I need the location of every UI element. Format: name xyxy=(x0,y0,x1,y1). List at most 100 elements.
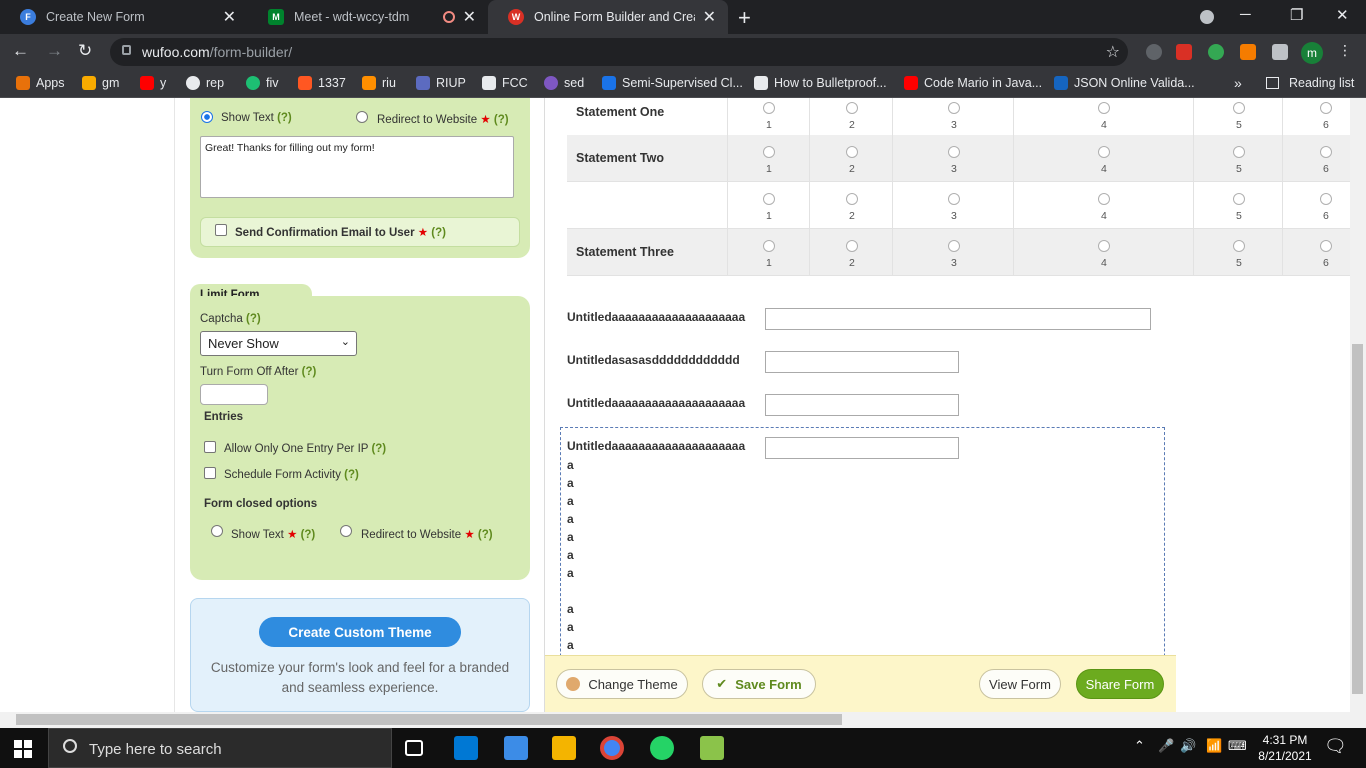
closed-show-text-radio[interactable] xyxy=(211,525,223,537)
matrix-radio[interactable] xyxy=(846,102,858,114)
taskbar-clock[interactable]: 4:31 PM 8/21/2021 xyxy=(1245,732,1325,764)
captcha-select[interactable]: Never Show ⌄ xyxy=(200,331,357,356)
help-link[interactable]: (?) xyxy=(302,366,317,378)
tab-create-new-form[interactable]: F Create New Form ✕ xyxy=(0,0,248,34)
reading-list-button[interactable]: Reading list xyxy=(1266,76,1354,90)
share-form-button[interactable]: Share Form xyxy=(1076,669,1164,699)
tray-chevron-icon[interactable]: ⌃ xyxy=(1134,738,1145,754)
turn-off-after-input[interactable] xyxy=(200,384,268,405)
microphone-icon[interactable]: 🎤 xyxy=(1158,738,1174,754)
show-text-radio[interactable] xyxy=(201,111,213,123)
change-theme-button[interactable]: Change Theme xyxy=(556,669,688,699)
bookmark-1337[interactable]: 1337 xyxy=(298,76,346,90)
vscode-icon[interactable] xyxy=(454,736,478,760)
confirmation-message-textarea[interactable]: Great! Thanks for filling out my form! xyxy=(200,136,514,198)
extensions-puzzle-icon[interactable] xyxy=(1272,44,1288,60)
help-link[interactable]: (?) xyxy=(478,529,493,541)
maximize-button[interactable]: ❐ xyxy=(1290,6,1303,24)
paint-icon[interactable] xyxy=(504,736,528,760)
reload-icon[interactable]: ↻ xyxy=(78,41,92,61)
bookmark-fcc[interactable]: FCC xyxy=(482,76,528,90)
tab-online-form-builder[interactable]: W Online Form Builder and Creator ✕ xyxy=(488,0,728,34)
wifi-icon[interactable]: 📶 xyxy=(1206,738,1222,754)
closed-redirect-radio[interactable] xyxy=(340,525,352,537)
help-link[interactable]: (?) xyxy=(301,529,316,541)
volume-icon[interactable]: 🔊 xyxy=(1180,738,1196,754)
bookmark-riup[interactable]: RIUP xyxy=(416,76,466,90)
matrix-radio[interactable] xyxy=(763,146,775,158)
matrix-radio[interactable] xyxy=(763,193,775,205)
schedule-checkbox[interactable] xyxy=(204,467,216,479)
profile-avatar[interactable]: m xyxy=(1301,42,1323,64)
tab-meet[interactable]: M Meet - wdt-wccy-tdm ✕ xyxy=(248,0,488,34)
horizontal-scrollbar-thumb[interactable] xyxy=(16,714,842,725)
address-bar[interactable]: wufoo.com/form-builder/ ☆ xyxy=(110,38,1128,66)
extension-red-icon[interactable] xyxy=(1176,44,1192,60)
keyboard-icon[interactable]: ⌨ xyxy=(1228,738,1247,754)
text-field-input[interactable] xyxy=(765,394,959,416)
file-explorer-icon[interactable] xyxy=(552,736,576,760)
whatsapp-icon[interactable] xyxy=(650,736,674,760)
matrix-radio[interactable] xyxy=(948,102,960,114)
close-tab-icon[interactable]: ✕ xyxy=(223,7,236,27)
matrix-radio[interactable] xyxy=(1098,102,1110,114)
bookmark-star-icon[interactable]: ☆ xyxy=(1106,42,1120,62)
minimize-button[interactable]: ─ xyxy=(1240,6,1251,23)
bookmark-apps[interactable]: Apps xyxy=(16,76,65,90)
text-field-input[interactable] xyxy=(765,437,959,459)
browser-menu-icon[interactable]: ⋮ xyxy=(1338,42,1352,59)
one-entry-checkbox[interactable] xyxy=(204,441,216,453)
matrix-radio[interactable] xyxy=(1233,146,1245,158)
windows-start-icon[interactable] xyxy=(14,740,32,758)
save-form-button[interactable]: ✔ Save Form xyxy=(702,669,816,699)
matrix-radio[interactable] xyxy=(763,240,775,252)
text-field-input[interactable] xyxy=(765,308,1151,330)
tab-search-icon[interactable] xyxy=(1200,10,1214,24)
extension-orange-icon[interactable] xyxy=(1240,44,1256,60)
view-form-button[interactable]: View Form xyxy=(979,669,1061,699)
send-confirmation-checkbox[interactable] xyxy=(215,224,227,236)
bookmark-bulletproof[interactable]: How to Bulletproof... xyxy=(754,76,887,90)
redirect-radio[interactable] xyxy=(356,111,368,123)
matrix-radio[interactable] xyxy=(1098,193,1110,205)
close-window-button[interactable]: ✕ xyxy=(1336,6,1349,24)
extension-green-icon[interactable] xyxy=(1208,44,1224,60)
close-tab-icon[interactable]: ✕ xyxy=(703,7,716,27)
close-tab-icon[interactable]: ✕ xyxy=(463,7,476,27)
matrix-radio[interactable] xyxy=(1233,193,1245,205)
text-field-input[interactable] xyxy=(765,351,959,373)
matrix-radio[interactable] xyxy=(1098,146,1110,158)
notifications-icon[interactable]: 🗨 xyxy=(1324,736,1347,757)
matrix-radio[interactable] xyxy=(846,240,858,252)
matrix-radio[interactable] xyxy=(1320,146,1332,158)
bookmark-fiv[interactable]: fiv xyxy=(246,76,279,90)
matrix-radio[interactable] xyxy=(1320,240,1332,252)
task-view-icon[interactable] xyxy=(405,740,423,756)
matrix-radio[interactable] xyxy=(1233,102,1245,114)
bookmark-rep[interactable]: rep xyxy=(186,76,224,90)
more-bookmarks-button[interactable]: » xyxy=(1234,75,1242,91)
help-link[interactable]: (?) xyxy=(277,112,292,124)
help-link[interactable]: (?) xyxy=(494,114,509,126)
chrome-icon[interactable] xyxy=(600,736,624,760)
bookmark-y[interactable]: y xyxy=(140,76,166,90)
new-tab-button[interactable]: + xyxy=(738,5,751,31)
matrix-radio[interactable] xyxy=(763,102,775,114)
create-custom-theme-button[interactable]: Create Custom Theme xyxy=(259,617,461,647)
matrix-radio[interactable] xyxy=(1233,240,1245,252)
bookmark-riu[interactable]: riu xyxy=(362,76,396,90)
bookmark-code-mario[interactable]: Code Mario in Java... xyxy=(904,76,1042,90)
bookmark-gm[interactable]: gm xyxy=(82,76,119,90)
matrix-radio[interactable] xyxy=(846,146,858,158)
taskbar-search-box[interactable]: Type here to search xyxy=(48,728,392,768)
bookmark-semi-supervised[interactable]: Semi-Supervised Cl... xyxy=(602,76,743,90)
vertical-scrollbar-thumb[interactable] xyxy=(1352,344,1363,694)
bookmark-sed[interactable]: sed xyxy=(544,76,584,90)
forward-arrow-icon[interactable]: → xyxy=(46,41,63,61)
incognito-extension-icon[interactable] xyxy=(1146,44,1162,60)
bookmark-json-validator[interactable]: JSON Online Valida... xyxy=(1054,76,1195,90)
matrix-radio[interactable] xyxy=(1320,102,1332,114)
help-link[interactable]: (?) xyxy=(344,469,359,481)
back-arrow-icon[interactable]: ← xyxy=(12,41,29,61)
matrix-radio[interactable] xyxy=(948,193,960,205)
